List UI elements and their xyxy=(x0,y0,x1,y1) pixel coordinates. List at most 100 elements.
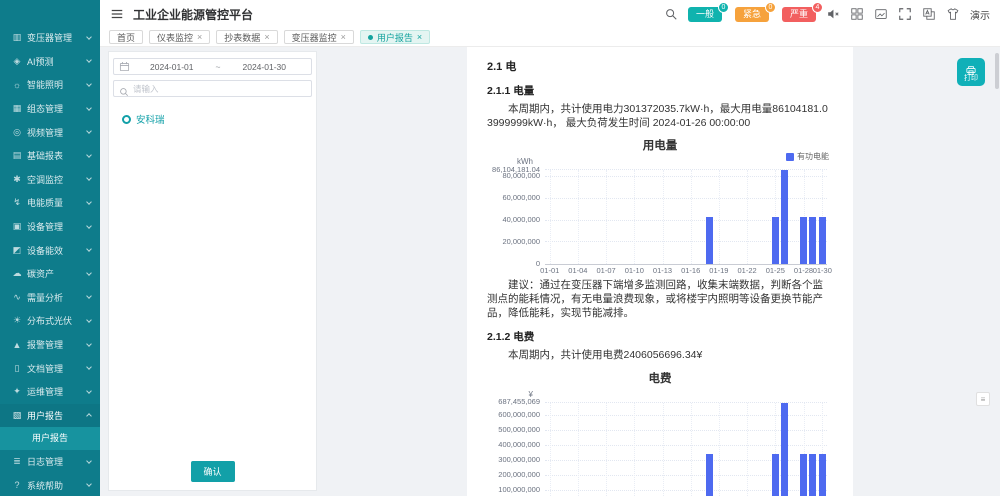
alarm-badge-severe[interactable]: 严重4 xyxy=(782,7,816,22)
menu-item-icon: ≣ xyxy=(11,456,23,467)
y-tick-label: 200,000,000 xyxy=(474,471,540,479)
menu-item-icon: ▣ xyxy=(11,221,23,232)
sidebar-item-16[interactable]: ✦运维管理 xyxy=(0,380,100,404)
sidebar-item-1[interactable]: ▥变压器管理 xyxy=(0,26,100,50)
sidebar-item-2[interactable]: ◈AI预测 xyxy=(0,50,100,74)
legend-label: 有功电能 xyxy=(797,151,829,162)
sidebar-submenu: 用户报告 xyxy=(0,427,100,450)
chart-body: kWh 020,000,00040,000,00060,000,00080,00… xyxy=(545,170,827,265)
chevron-down-icon xyxy=(86,223,92,229)
sidebar-item-12[interactable]: ∿需量分析 xyxy=(0,286,100,310)
chevron-down-icon xyxy=(86,293,92,299)
demo-user-label[interactable]: 演示 xyxy=(970,7,990,22)
y-tick-label: 20,000,000 xyxy=(474,238,540,246)
close-icon[interactable]: × xyxy=(341,33,346,42)
sidebar-item-6[interactable]: ▤基础报表 xyxy=(0,144,100,168)
sidebar-item-5[interactable]: ◎视频管理 xyxy=(0,120,100,144)
translate-icon[interactable] xyxy=(922,7,936,21)
badge-label: 一般 xyxy=(696,9,714,19)
sidebar-item-11[interactable]: ☁碳资产 xyxy=(0,262,100,286)
alarm-badge-urgent[interactable]: 紧急0 xyxy=(735,7,769,22)
tab-1[interactable]: 首页 xyxy=(109,30,143,44)
report-document: 2.1 电 2.1.1 电量 本周期内，共计使用电力301372035.7kW·… xyxy=(467,47,853,496)
search-input[interactable] xyxy=(133,84,306,94)
menu-item-icon: ▧ xyxy=(11,410,23,421)
close-icon[interactable]: × xyxy=(417,33,422,42)
tab-5[interactable]: 用户报告 × xyxy=(360,30,430,44)
chevron-up-icon xyxy=(86,413,92,419)
sidebar-item-10[interactable]: ◩设备能效 xyxy=(0,238,100,262)
y-tick-label: 300,000,000 xyxy=(474,456,540,464)
date-start[interactable]: 2024-01-01 xyxy=(130,62,214,72)
sidebar-item-9[interactable]: ▣设备管理 xyxy=(0,215,100,239)
header-icons xyxy=(826,7,960,21)
close-icon[interactable]: × xyxy=(264,33,269,42)
sidebar-menu: ▥变压器管理◈AI预测☼智能照明▦组态管理◎视频管理▤基础报表 ✱ 空调监控 ↯电能质… xyxy=(0,0,100,496)
menu-item-icon: ▯ xyxy=(11,363,23,374)
sidebar-item-label: 日志管理 xyxy=(27,455,87,468)
cost-summary-paragraph: 本周期内，共计使用电费2406056696.34¥ xyxy=(487,349,833,363)
fullscreen-icon[interactable] xyxy=(898,7,912,21)
chart-legend[interactable]: 有功电能 xyxy=(786,151,829,162)
print-button-label: 打印 xyxy=(964,75,978,82)
sidebar: ▥变压器管理◈AI预测☼智能照明▦组态管理◎视频管理▤基础报表 ✱ 空调监控 ↯电能质… xyxy=(0,0,100,496)
sidebar-item-label: 智能照明 xyxy=(27,78,87,91)
legend-swatch xyxy=(786,153,794,161)
chevron-down-icon xyxy=(86,81,92,87)
confirm-button[interactable]: 确认 xyxy=(190,461,234,482)
alarm-badge-general[interactable]: 一般0 xyxy=(688,7,722,22)
chevron-down-icon xyxy=(86,482,92,488)
active-tab-dot xyxy=(368,35,373,40)
menu-collapse-icon[interactable] xyxy=(110,7,124,21)
sidebar-item-8[interactable]: ↯电能质量 xyxy=(0,191,100,215)
theme-icon[interactable] xyxy=(946,7,960,21)
menu-item-icon: ✱ xyxy=(11,174,23,185)
menu-item-icon: ▤ xyxy=(11,150,23,161)
gridline xyxy=(606,170,607,264)
tab-4[interactable]: 变压器监控× xyxy=(284,30,354,44)
sidebar-item-label: 系统帮助 xyxy=(27,479,87,492)
sidebar-item-3[interactable]: ☼智能照明 xyxy=(0,73,100,97)
gridline xyxy=(719,170,720,264)
tab-bar: 首页仪表监控×抄表数据×变压器监控×用户报告× xyxy=(100,28,1000,47)
sidebar-item-13[interactable]: ☀分布式光伏 xyxy=(0,309,100,333)
tab-2[interactable]: 仪表监控 × xyxy=(149,30,210,44)
search-icon[interactable] xyxy=(664,7,678,21)
sidebar-item-19[interactable]: ?系统帮助 xyxy=(0,474,100,496)
close-icon[interactable]: × xyxy=(197,33,202,42)
sidebar-item-7[interactable]: ✱ 空调监控 xyxy=(0,168,100,192)
sidebar-item-4[interactable]: ▦组态管理 xyxy=(0,97,100,121)
y-tick-label: 500,000,000 xyxy=(474,426,540,434)
screenshot-icon[interactable] xyxy=(874,7,888,21)
sidebar-subitem-user-report[interactable]: 用户报告 xyxy=(0,427,100,450)
sidebar-item-18[interactable]: ≣ 日志管理 xyxy=(0,450,100,474)
tab-3[interactable]: 抄表数据× xyxy=(216,30,277,44)
tab-label: 首页 xyxy=(117,31,135,44)
scrollbar-thumb[interactable] xyxy=(995,53,999,89)
page-widget-icon[interactable]: ≡ xyxy=(976,392,990,406)
badge-count: 4 xyxy=(812,2,823,13)
y-tick-label: 40,000,000 xyxy=(474,216,540,224)
tab-label: 用户报告 xyxy=(377,31,413,44)
gridline xyxy=(578,403,579,496)
y-tick-label: 0 xyxy=(474,260,540,268)
energy-summary-paragraph: 本周期内，共计使用电力301372035.7kW·h，最大用电量86104181… xyxy=(487,103,833,130)
sidebar-item-label: 空调监控 xyxy=(27,173,87,186)
gridline xyxy=(691,403,692,496)
sidebar-item-14[interactable]: ▲报警管理 xyxy=(0,333,100,357)
bar-day-29 xyxy=(809,454,816,496)
volume-mute-icon[interactable] xyxy=(826,7,840,21)
sidebar-item-17[interactable]: ▧用户报告 xyxy=(0,404,100,428)
chevron-down-icon xyxy=(86,341,92,347)
chevron-down-icon xyxy=(86,34,92,40)
chevron-down-icon xyxy=(86,199,92,205)
tab-label: 仪表监控 xyxy=(157,31,193,44)
app-title: 工业企业能源管控平台 xyxy=(133,6,253,23)
date-range-picker[interactable]: 2024-01-01 ~ 2024-01-30 xyxy=(113,58,312,75)
date-end[interactable]: 2024-01-30 xyxy=(222,62,306,72)
print-button[interactable]: 打印 xyxy=(957,58,985,86)
tree-node-acrel[interactable]: 安科瑞 xyxy=(122,112,316,126)
chevron-down-icon xyxy=(86,58,92,64)
grid-icon[interactable] xyxy=(850,7,864,21)
sidebar-item-15[interactable]: ▯文档管理 xyxy=(0,356,100,380)
